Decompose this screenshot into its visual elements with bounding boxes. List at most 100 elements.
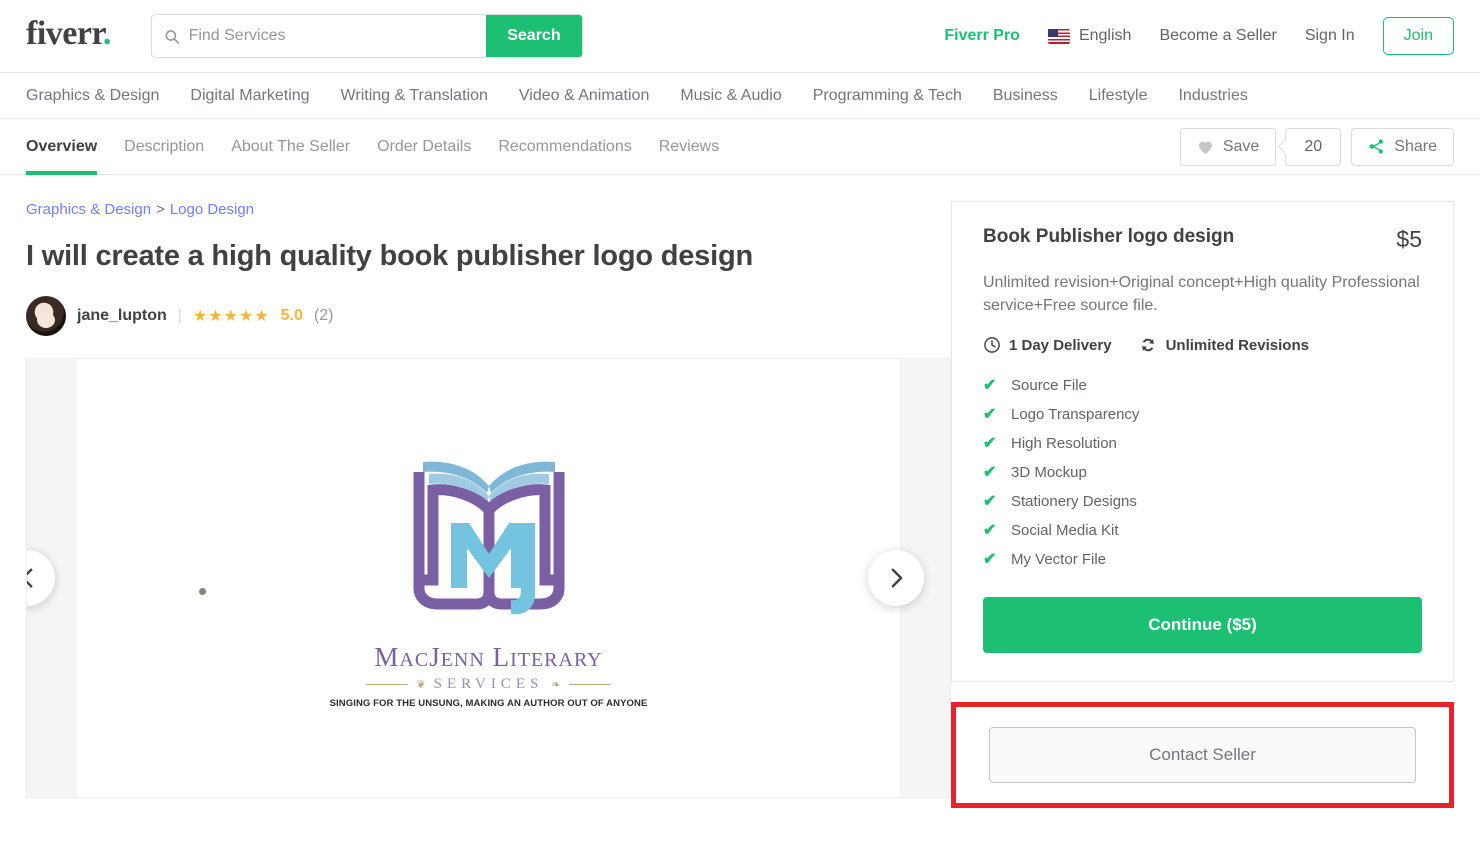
tab-order-details[interactable]: Order Details bbox=[377, 119, 471, 174]
page-title: I will create a high quality book publis… bbox=[26, 240, 753, 272]
category-bar: Graphics & Design Digital Marketing Writ… bbox=[0, 72, 1480, 119]
search-box[interactable]: Search bbox=[150, 14, 583, 58]
category-video-animation[interactable]: Video & Animation bbox=[519, 87, 649, 105]
package-card: Book Publisher logo design $5 Unlimited … bbox=[951, 201, 1454, 683]
gig-brand-name: MACJENN LITERARY bbox=[324, 642, 654, 673]
nav-become-a-seller[interactable]: Become a Seller bbox=[1159, 27, 1276, 45]
feature-label: Source File bbox=[1011, 376, 1087, 394]
tab-description[interactable]: Description bbox=[124, 119, 204, 174]
feature-label: Stationery Designs bbox=[1011, 492, 1137, 510]
save-button[interactable]: Save bbox=[1179, 127, 1277, 166]
search-input[interactable] bbox=[188, 27, 474, 45]
category-digital-marketing[interactable]: Digital Marketing bbox=[190, 87, 309, 105]
category-programming-tech[interactable]: Programming & Tech bbox=[813, 87, 962, 105]
search-button[interactable]: Search bbox=[485, 15, 582, 57]
gig-tab-bar: Overview Description About The Seller Or… bbox=[0, 119, 1480, 175]
logo-text: fiverr bbox=[26, 15, 103, 52]
brand-ac: AC bbox=[399, 648, 430, 671]
chevron-left-icon bbox=[27, 568, 32, 588]
brand-enn: ENN bbox=[440, 648, 485, 671]
main-content: Graphics & Design > Logo Design I will cre… bbox=[0, 175, 1480, 809]
category-business[interactable]: Business bbox=[993, 87, 1058, 105]
nav-fiverr-pro[interactable]: Fiverr Pro bbox=[944, 27, 1020, 45]
top-header: fiverr. Search Fiverr Pro English Become… bbox=[0, 0, 1480, 72]
check-icon: ✔ bbox=[983, 464, 997, 482]
language-selector[interactable]: English bbox=[1047, 27, 1132, 45]
language-label: English bbox=[1078, 27, 1132, 44]
contact-seller-annotation-box: Contact Seller bbox=[951, 702, 1454, 809]
gig-right-column: Book Publisher logo design $5 Unlimited … bbox=[951, 201, 1454, 809]
open-book-monogram-icon bbox=[413, 461, 564, 615]
feature-item: ✔ Stationery Designs bbox=[983, 491, 1422, 511]
gig-actions: Save 20 Share bbox=[1179, 127, 1454, 166]
check-icon: ✔ bbox=[983, 493, 997, 511]
feature-item: ✔ My Vector File bbox=[983, 549, 1422, 569]
rating-stars: ★★★★★ bbox=[192, 308, 270, 326]
gig-tagline: SINGING FOR THE UNSUNG, MAKING AN AUTHOR… bbox=[329, 697, 648, 709]
us-flag-icon bbox=[1047, 28, 1070, 44]
category-music-audio[interactable]: Music & Audio bbox=[680, 87, 781, 105]
category-industries[interactable]: Industries bbox=[1178, 87, 1247, 105]
contact-seller-button[interactable]: Contact Seller bbox=[989, 727, 1416, 784]
join-button[interactable]: Join bbox=[1382, 17, 1454, 55]
feature-label: My Vector File bbox=[1011, 550, 1107, 568]
feature-item: ✔ Social Media Kit bbox=[983, 520, 1422, 540]
breadcrumb-graphics-design[interactable]: Graphics & Design bbox=[26, 201, 151, 218]
gig-image-carousel: MACJENN LITERARY ❦ SERVICES ❧ SINGING FO… bbox=[26, 358, 951, 799]
check-icon: ✔ bbox=[983, 435, 997, 453]
delivery-label: 1 Day Delivery bbox=[1009, 336, 1112, 354]
logo-dot: . bbox=[102, 15, 112, 52]
feature-label: High Resolution bbox=[1011, 434, 1117, 452]
gig-logo-artwork: MACJENN LITERARY ❦ SERVICES ❧ SINGING FO… bbox=[324, 448, 654, 709]
feature-label: 3D Mockup bbox=[1011, 463, 1087, 481]
category-graphics-design[interactable]: Graphics & Design bbox=[26, 87, 159, 105]
tab-overview[interactable]: Overview bbox=[26, 119, 98, 175]
seller-name[interactable]: jane_lupton bbox=[77, 307, 167, 325]
continue-button[interactable]: Continue ($5) bbox=[983, 597, 1422, 654]
package-features: ✔ Source File ✔ Logo Transparency ✔ High… bbox=[983, 375, 1422, 569]
breadcrumb: Graphics & Design > Logo Design bbox=[26, 201, 951, 218]
gig-image-slide: MACJENN LITERARY ❦ SERVICES ❧ SINGING FO… bbox=[77, 359, 900, 798]
feature-label: Social Media Kit bbox=[1011, 521, 1119, 539]
brand-m: M bbox=[374, 641, 400, 672]
refresh-icon bbox=[1141, 339, 1154, 352]
heart-icon bbox=[1198, 141, 1212, 154]
tab-reviews[interactable]: Reviews bbox=[659, 119, 719, 174]
share-label: Share bbox=[1394, 137, 1437, 155]
nav-sign-in[interactable]: Sign In bbox=[1305, 27, 1355, 45]
delivery-time: 1 Day Delivery bbox=[983, 336, 1112, 354]
carousel-prev-button[interactable] bbox=[27, 550, 55, 607]
brand-l: L bbox=[492, 641, 511, 672]
share-icon bbox=[1369, 139, 1384, 154]
share-button[interactable]: Share bbox=[1351, 127, 1454, 166]
clock-icon bbox=[984, 337, 1000, 354]
feature-item: ✔ 3D Mockup bbox=[983, 462, 1422, 482]
revisions-info: Unlimited Revisions bbox=[1138, 336, 1309, 354]
gig-left-column: Graphics & Design > Logo Design I will cre… bbox=[26, 201, 951, 808]
flourish-left-icon: ❦ bbox=[416, 678, 426, 691]
tab-about-the-seller[interactable]: About The Seller bbox=[231, 119, 350, 174]
rating-score: 5.0 bbox=[280, 307, 303, 325]
fiverr-logo[interactable]: fiverr. bbox=[26, 15, 111, 53]
package-price: $5 bbox=[1396, 226, 1422, 252]
feature-item: ✔ Logo Transparency bbox=[983, 404, 1422, 424]
feature-label: Logo Transparency bbox=[1011, 405, 1140, 423]
divider: | bbox=[177, 307, 182, 325]
search-field[interactable] bbox=[152, 15, 486, 57]
rating-count: (2) bbox=[313, 307, 334, 325]
check-icon: ✔ bbox=[983, 377, 997, 395]
category-lifestyle[interactable]: Lifestyle bbox=[1089, 87, 1148, 105]
tab-recommendations[interactable]: Recommendations bbox=[498, 119, 631, 174]
ornament-right bbox=[568, 683, 611, 685]
feature-item: ✔ Source File bbox=[983, 375, 1422, 395]
breadcrumb-separator: > bbox=[156, 201, 165, 218]
breadcrumb-logo-design[interactable]: Logo Design bbox=[170, 201, 254, 218]
category-writing-translation[interactable]: Writing & Translation bbox=[341, 87, 488, 105]
carousel-next-button[interactable] bbox=[868, 550, 924, 607]
package-title: Book Publisher logo design bbox=[983, 226, 1235, 247]
gig-services-line: ❦ SERVICES ❧ bbox=[324, 676, 654, 693]
save-label: Save bbox=[1222, 137, 1260, 155]
avatar[interactable] bbox=[26, 296, 66, 337]
save-count-badge: 20 bbox=[1285, 127, 1342, 166]
check-icon: ✔ bbox=[983, 551, 997, 569]
